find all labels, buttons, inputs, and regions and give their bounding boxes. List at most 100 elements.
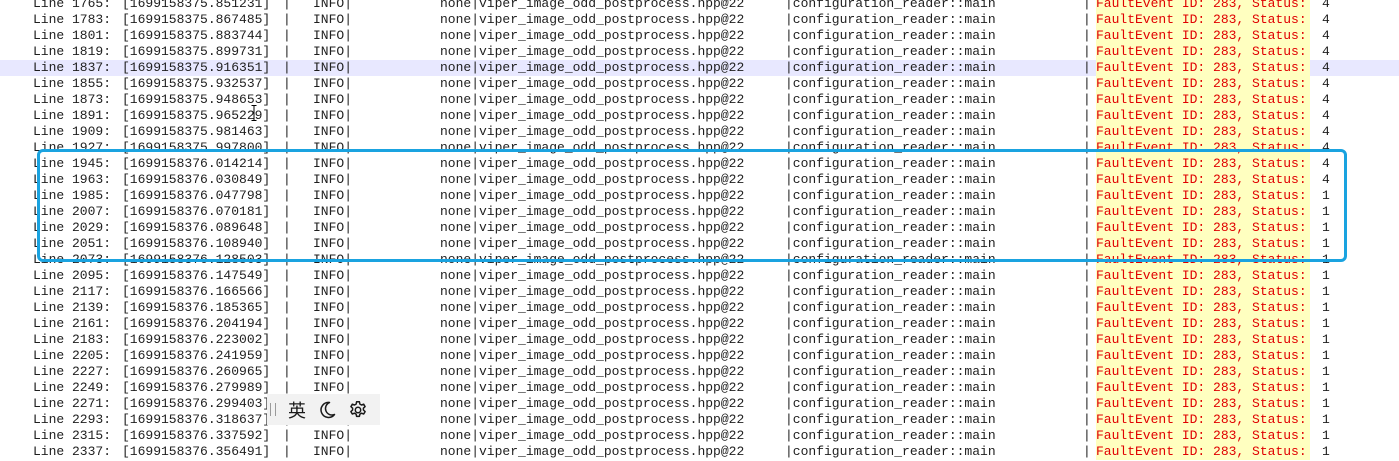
log-row[interactable]: Line 2117: [1699158376.166566] | INFO| none|… xyxy=(0,284,1399,300)
log-row[interactable]: Line 2227: [1699158376.260965] | INFO| none|… xyxy=(0,364,1399,380)
log-status-value: 1 xyxy=(1322,444,1330,459)
log-level: INFO| xyxy=(313,444,353,459)
log-row[interactable]: Line 2205: [1699158376.241959] | INFO| none|… xyxy=(0,348,1399,364)
log-line-number: Line 2205: xyxy=(33,348,112,363)
log-function: |configuration_reader::main xyxy=(785,364,996,379)
log-row[interactable]: Line 1783: [1699158375.867485] | INFO| none|… xyxy=(0,12,1399,28)
log-source-file: none|viper_image_odd_postprocess.hpp@22 xyxy=(440,0,745,11)
log-search-match: FaultEvent ID: 283, Status: xyxy=(1096,28,1310,44)
log-function: |configuration_reader::main xyxy=(785,156,996,171)
log-row[interactable]: Line 2249: [1699158376.279989] | INFO| none|… xyxy=(0,380,1399,396)
log-row[interactable]: Line 2007: [1699158376.070181] | INFO| none|… xyxy=(0,204,1399,220)
log-timestamp: [1699158376.223002] xyxy=(122,332,271,347)
log-separator: | xyxy=(283,12,291,27)
log-level: INFO| xyxy=(313,236,353,251)
log-separator: | xyxy=(1083,156,1091,171)
log-status-value: 1 xyxy=(1322,284,1330,299)
log-row[interactable]: Line 1855: [1699158375.932537] | INFO| none|… xyxy=(0,76,1399,92)
log-line-number: Line 2271: xyxy=(33,396,112,411)
log-line-number: Line 2095: xyxy=(33,268,112,283)
log-separator: | xyxy=(283,0,291,11)
log-row[interactable]: Line 1819: [1699158375.899731] | INFO| none|… xyxy=(0,44,1399,60)
log-row[interactable]: Line 1891: [1699158375.965229] | INFO| none|… xyxy=(0,108,1399,124)
log-row[interactable]: Line 1927: [1699158375.997800] | INFO| none|… xyxy=(0,140,1399,156)
log-timestamp: [1699158376.014214] xyxy=(122,156,271,171)
log-status-value: 1 xyxy=(1322,252,1330,267)
log-function: |configuration_reader::main xyxy=(785,108,996,123)
log-separator: | xyxy=(283,92,291,107)
log-separator: | xyxy=(1083,172,1091,187)
log-row-current[interactable]: Line 1837: [1699158375.916351] | INFO| none|… xyxy=(0,60,1399,76)
log-search-match: FaultEvent ID: 283, Status: xyxy=(1096,284,1310,300)
ime-language-toggle[interactable]: 英 xyxy=(284,397,310,423)
log-row[interactable]: Line 1909: [1699158375.981463] | INFO| none|… xyxy=(0,124,1399,140)
log-timestamp: [1699158376.147549] xyxy=(122,268,271,283)
log-level: INFO| xyxy=(313,0,353,11)
log-source-file: none|viper_image_odd_postprocess.hpp@22 xyxy=(440,124,745,139)
log-row[interactable]: Line 2073: [1699158376.128503] | INFO| none|… xyxy=(0,252,1399,268)
log-viewer[interactable]: Line 1765: [1699158375.851231] | INFO| none|… xyxy=(0,0,1399,460)
ime-toolbar[interactable]: 英 xyxy=(267,394,380,425)
log-function: |configuration_reader::main xyxy=(785,332,996,347)
log-status-value: 4 xyxy=(1322,60,1330,75)
log-source-file: none|viper_image_odd_postprocess.hpp@22 xyxy=(440,396,745,411)
log-line-number: Line 2007: xyxy=(33,204,112,219)
log-search-match: FaultEvent ID: 283, Status: xyxy=(1096,444,1310,460)
log-function: |configuration_reader::main xyxy=(785,444,996,459)
log-separator: | xyxy=(283,76,291,91)
log-line-number: Line 1945: xyxy=(33,156,112,171)
log-row[interactable]: Line 2337: [1699158376.356491] | INFO| none|… xyxy=(0,444,1399,460)
log-row[interactable]: Line 1985: [1699158376.047798] | INFO| none|… xyxy=(0,188,1399,204)
log-separator: | xyxy=(1083,44,1091,59)
log-timestamp: [1699158376.185365] xyxy=(122,300,271,315)
log-timestamp: [1699158376.241959] xyxy=(122,348,271,363)
log-separator: | xyxy=(283,316,291,331)
log-separator: | xyxy=(283,268,291,283)
log-separator: | xyxy=(1083,76,1091,91)
log-source-file: none|viper_image_odd_postprocess.hpp@22 xyxy=(440,380,745,395)
log-separator: | xyxy=(1083,412,1091,427)
log-separator: | xyxy=(1083,124,1091,139)
log-level: INFO| xyxy=(313,44,353,59)
log-row[interactable]: Line 2271:[1699158376.299403]|INFO|none|… xyxy=(0,396,1399,412)
log-source-file: none|viper_image_odd_postprocess.hpp@22 xyxy=(440,76,745,91)
gear-icon[interactable] xyxy=(347,399,369,421)
log-timestamp: [1699158376.337592] xyxy=(122,428,271,443)
log-timestamp: [1699158376.047798] xyxy=(122,188,271,203)
log-level: INFO| xyxy=(313,172,353,187)
log-row[interactable]: Line 1801: [1699158375.883744] | INFO| none|… xyxy=(0,28,1399,44)
log-line-number: Line 2337: xyxy=(33,444,112,459)
grip-icon[interactable] xyxy=(270,403,276,416)
log-row[interactable]: Line 2183: [1699158376.223002] | INFO| none|… xyxy=(0,332,1399,348)
log-row[interactable]: Line 1963: [1699158376.030849] | INFO| none|… xyxy=(0,172,1399,188)
log-source-file: none|viper_image_odd_postprocess.hpp@22 xyxy=(440,60,745,75)
log-row[interactable]: Line 2315: [1699158376.337592] | INFO| none|… xyxy=(0,428,1399,444)
log-row[interactable]: Line 1765: [1699158375.851231] | INFO| none|… xyxy=(0,0,1399,12)
log-level: INFO| xyxy=(313,12,353,27)
log-status-value: 4 xyxy=(1322,156,1330,171)
log-search-match: FaultEvent ID: 283, Status: xyxy=(1096,300,1310,316)
log-row[interactable]: Line 2029: [1699158376.089648] | INFO| none|… xyxy=(0,220,1399,236)
log-level: INFO| xyxy=(313,268,353,283)
log-line-number: Line 1985: xyxy=(33,188,112,203)
log-search-match: FaultEvent ID: 283, Status: xyxy=(1096,252,1310,268)
log-function: |configuration_reader::main xyxy=(785,12,996,27)
log-function: |configuration_reader::main xyxy=(785,92,996,107)
log-level: INFO| xyxy=(313,108,353,123)
log-row[interactable]: Line 2051: [1699158376.108940] | INFO| none|… xyxy=(0,236,1399,252)
moon-icon[interactable] xyxy=(316,399,338,421)
log-function: |configuration_reader::main xyxy=(785,396,996,411)
log-timestamp: [1699158376.108940] xyxy=(122,236,271,251)
log-row[interactable]: Line 2161: [1699158376.204194] | INFO| none|… xyxy=(0,316,1399,332)
log-timestamp: [1699158375.948653] xyxy=(122,92,271,107)
log-search-match: FaultEvent ID: 283, Status: xyxy=(1096,268,1310,284)
log-function: |configuration_reader::main xyxy=(785,188,996,203)
log-separator: | xyxy=(1083,236,1091,251)
log-row[interactable]: Line 2139: [1699158376.185365] | INFO| none|… xyxy=(0,300,1399,316)
log-row[interactable]: Line 2293:[1699158376.318637]|INFO|none|… xyxy=(0,412,1399,428)
log-row[interactable]: Line 1945: [1699158376.014214] | INFO| none|… xyxy=(0,156,1399,172)
log-source-file: none|viper_image_odd_postprocess.hpp@22 xyxy=(440,316,745,331)
log-row[interactable]: Line 2095: [1699158376.147549] | INFO| none|… xyxy=(0,268,1399,284)
log-separator: | xyxy=(1083,316,1091,331)
log-row[interactable]: Line 1873: [1699158375.948653] | INFO| none|… xyxy=(0,92,1399,108)
